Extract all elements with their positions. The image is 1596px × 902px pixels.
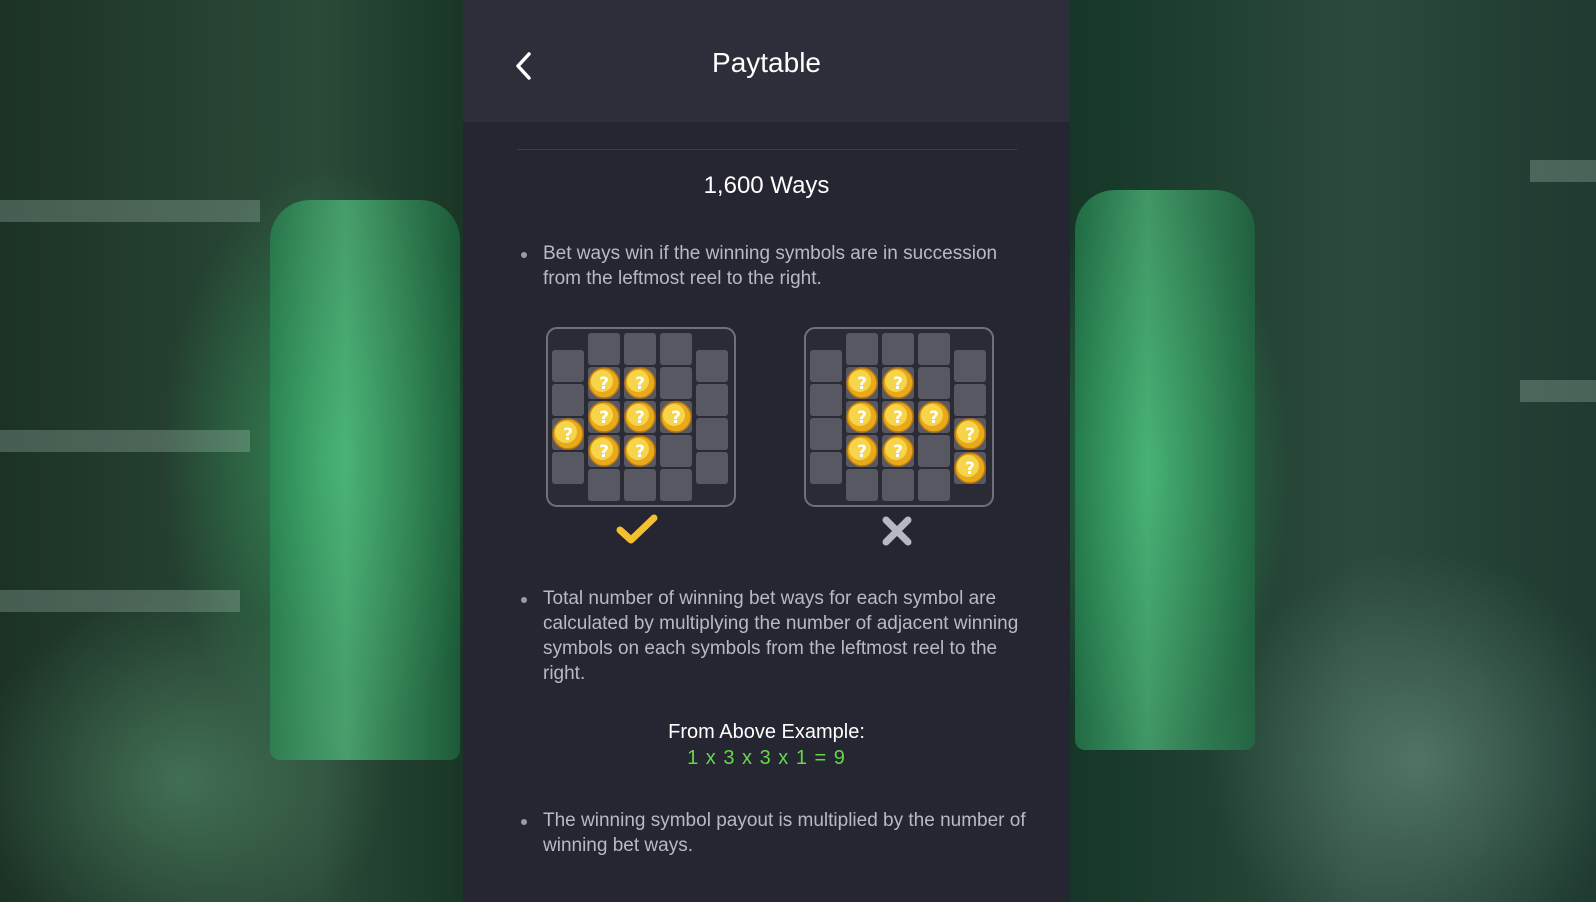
question-coin-icon: ? (624, 367, 656, 399)
svg-text:?: ? (893, 374, 903, 394)
question-coin-icon: ? (954, 452, 986, 484)
grid-cell (552, 452, 584, 484)
grid-cell (624, 469, 656, 501)
grid-cell (660, 367, 692, 399)
question-coin-icon: ? (846, 367, 878, 399)
divider (517, 149, 1017, 150)
paytable-panel: Paytable 1,600 Ways Bet ways win if the … (463, 0, 1070, 902)
question-coin-icon: ? (882, 401, 914, 433)
question-coin-icon: ? (588, 435, 620, 467)
grid-cell (660, 469, 692, 501)
grid-cell (846, 469, 878, 501)
svg-text:?: ? (599, 442, 609, 462)
example-grid-valid: ???????? (546, 327, 736, 512)
grid-cell (552, 350, 584, 382)
grid-cell (810, 384, 842, 416)
grid-cell (660, 333, 692, 365)
svg-text:?: ? (893, 442, 903, 462)
grid-cell (552, 384, 584, 416)
svg-text:?: ? (563, 425, 573, 445)
grid-cell (882, 469, 914, 501)
grid-cell (624, 333, 656, 365)
question-coin-icon: ? (588, 401, 620, 433)
svg-text:?: ? (599, 408, 609, 428)
grid-cell (810, 452, 842, 484)
question-coin-icon: ? (882, 367, 914, 399)
bg-shelf (0, 590, 240, 612)
grid-cell (696, 350, 728, 382)
grid-cell (954, 350, 986, 382)
page-title: Paytable (712, 47, 821, 78)
reel-grid: ????????? (804, 327, 994, 507)
question-coin-icon: ? (918, 401, 950, 433)
example-formula: 1 x 3 x 3 x 1 = 9 (687, 747, 846, 769)
grid-cell (588, 469, 620, 501)
question-coin-icon: ? (882, 435, 914, 467)
grid-cell (918, 435, 950, 467)
bg-shelf (1530, 160, 1596, 182)
question-coin-icon: ? (846, 435, 878, 467)
example-grid-invalid: ????????? (804, 327, 994, 512)
svg-text:?: ? (671, 408, 681, 428)
question-coin-icon: ? (846, 401, 878, 433)
grid-cell (588, 333, 620, 365)
grid-cell (846, 333, 878, 365)
grid-cell (954, 384, 986, 416)
question-coin-icon: ? (552, 418, 584, 450)
grid-cell (810, 418, 842, 450)
svg-text:?: ? (857, 442, 867, 462)
reel-grid: ???????? (546, 327, 736, 507)
svg-text:?: ? (965, 459, 975, 479)
bg-jar (270, 200, 460, 760)
bg-shelf (1520, 380, 1596, 402)
bg-jar (1075, 190, 1255, 750)
grid-cell (810, 350, 842, 382)
question-coin-icon: ? (624, 401, 656, 433)
svg-text:?: ? (965, 425, 975, 445)
bullet-text: The winning symbol payout is multiplied … (517, 808, 1027, 858)
question-coin-icon: ? (588, 367, 620, 399)
svg-text:?: ? (857, 374, 867, 394)
svg-text:?: ? (857, 408, 867, 428)
panel-header: Paytable (463, 0, 1070, 122)
grid-cell (918, 367, 950, 399)
bg-shelf (0, 200, 260, 222)
grid-cell (696, 384, 728, 416)
example-label: From Above Example: (668, 721, 865, 743)
question-coin-icon: ? (624, 435, 656, 467)
grid-cell (696, 418, 728, 450)
question-coin-icon: ? (660, 401, 692, 433)
grid-cell (918, 333, 950, 365)
svg-text:?: ? (929, 408, 939, 428)
grid-cell (882, 333, 914, 365)
grid-cell (696, 452, 728, 484)
svg-text:?: ? (599, 374, 609, 394)
bullet-text: Total number of winning bet ways for eac… (517, 586, 1027, 686)
checkmark-icon (616, 514, 658, 544)
section-title: 1,600 Ways (703, 172, 830, 199)
svg-text:?: ? (635, 408, 645, 428)
question-coin-icon: ? (954, 418, 986, 450)
grid-cell (660, 435, 692, 467)
bullet-text: Bet ways win if the winning symbols are … (517, 241, 1027, 291)
cross-icon (882, 516, 912, 546)
svg-text:?: ? (635, 374, 645, 394)
svg-text:?: ? (893, 408, 903, 428)
svg-text:?: ? (635, 442, 645, 462)
grid-cell (918, 469, 950, 501)
bg-shelf (0, 430, 250, 452)
